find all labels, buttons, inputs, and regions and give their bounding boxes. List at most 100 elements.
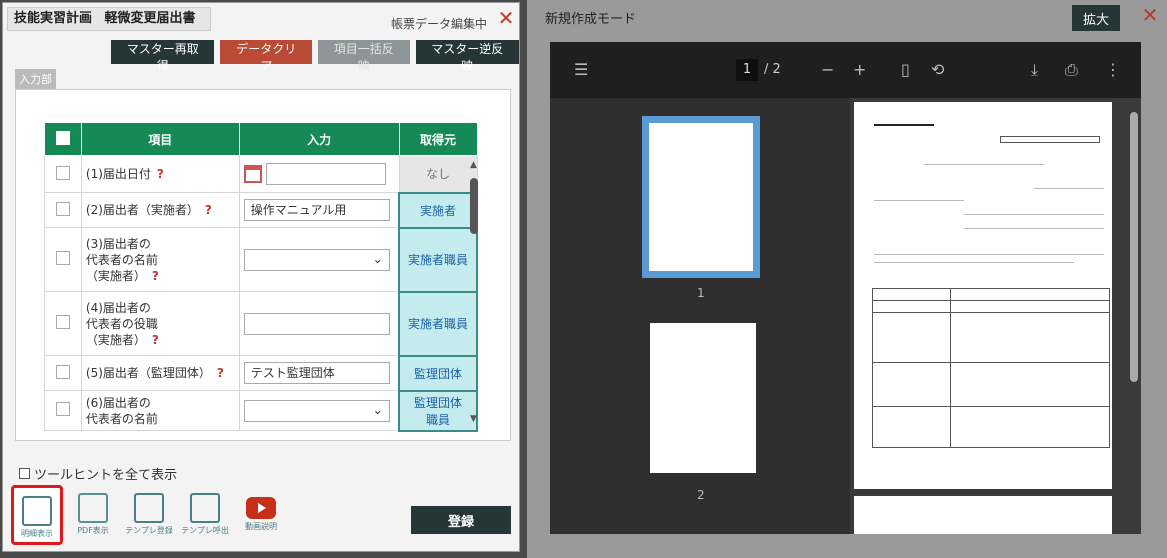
rotate-icon[interactable]: ⟲ — [931, 60, 944, 79]
doc-ref-box — [1000, 136, 1100, 143]
date-input[interactable] — [265, 163, 386, 185]
preview-close-icon[interactable]: ✕ — [1141, 5, 1159, 25]
row-input-cell: 操作マニュアル用 — [238, 192, 400, 228]
doc-line — [964, 228, 1104, 229]
toolbar: マスター再取得 データクリア 項目一括反映 マスター逆反映 — [111, 40, 519, 73]
page-thumbnail-2[interactable] — [650, 323, 756, 473]
representative-title-input[interactable] — [243, 312, 390, 335]
zoom-button[interactable]: 拡大 — [1072, 5, 1120, 31]
row-checkbox[interactable] — [55, 315, 70, 329]
table-row: (4)届出者の 代表者の役職 （実施者）? 実施者職員 — [44, 290, 478, 357]
row-label-cell: (6)届出者の 代表者の名前 — [80, 390, 240, 431]
representative-name-select[interactable]: ⌄ — [243, 248, 390, 271]
help-icon[interactable]: ? — [152, 333, 159, 347]
org-representative-select[interactable]: ⌄ — [243, 399, 390, 422]
thumbnail-number: 1 — [697, 286, 705, 300]
preview-panel: 新規作成モード 拡大 ✕ ☰ 1 / 2 − + ▯ ⟲ ⤓ ⎙ ⋮ 1 2 — [527, 0, 1167, 558]
source-badge[interactable]: 実施者 — [398, 191, 478, 229]
doc-table-col — [950, 288, 951, 448]
register-button[interactable]: 登録 — [411, 506, 511, 534]
row-input-cell — [238, 155, 400, 193]
bulk-apply-button[interactable]: 項目一括反映 — [318, 40, 410, 73]
page-total: / 2 — [764, 62, 781, 77]
table-row: (2)届出者（実施者）? 操作マニュアル用 実施者 — [44, 191, 478, 229]
detail-view-tool[interactable]: 明細表示 — [11, 485, 63, 545]
calendar-icon[interactable] — [243, 165, 262, 183]
doc-line — [874, 262, 1074, 263]
video-play-icon — [246, 497, 276, 519]
doc-line — [874, 254, 1104, 255]
help-icon[interactable]: ? — [217, 366, 224, 380]
row-checkbox[interactable] — [55, 364, 70, 379]
doc-line — [964, 214, 1104, 215]
dialog-title: 技能実習計画 軽微変更届出書 — [7, 7, 211, 31]
dialog-title-sub: 軽微変更届出書 — [104, 11, 196, 26]
row-checkbox[interactable] — [55, 251, 70, 265]
form-table: 項目 入力 取得元 (1)届出日付? なし (2)届出者（実施者）? 操作マニュ… — [44, 122, 478, 432]
pdf-viewer: ☰ 1 / 2 − + ▯ ⟲ ⤓ ⎙ ⋮ 1 2 — [550, 42, 1141, 534]
page-number-input[interactable]: 1 — [736, 59, 758, 81]
row-label-cell: (2)届出者（実施者）? — [80, 192, 240, 228]
template-register-icon — [134, 493, 164, 523]
tooltip-toggle[interactable]: ツールヒントを全て表示 — [19, 464, 177, 483]
source-badge[interactable]: 実施者職員 — [398, 226, 478, 293]
table-row: (6)届出者の 代表者の名前 ⌄ 監理団体 職員 — [44, 389, 478, 432]
table-frame: 項目 入力 取得元 (1)届出日付? なし (2)届出者（実施者）? 操作マニュ… — [15, 89, 511, 441]
implementer-input[interactable]: 操作マニュアル用 — [243, 199, 390, 221]
fit-page-icon[interactable]: ▯ — [901, 60, 910, 79]
source-badge[interactable]: 監理団体 職員 — [398, 389, 478, 432]
dialog-close-icon[interactable]: ✕ — [497, 8, 515, 28]
data-clear-button[interactable]: データクリア — [220, 40, 312, 73]
more-options-icon[interactable]: ⋮ — [1105, 60, 1121, 79]
help-icon[interactable]: ? — [205, 203, 212, 217]
video-help-tool[interactable]: 動画説明 — [235, 485, 287, 545]
menu-icon[interactable]: ☰ — [574, 60, 588, 79]
help-icon[interactable]: ? — [157, 167, 164, 181]
tooltip-checkbox[interactable] — [19, 468, 30, 479]
row-checkbox[interactable] — [55, 402, 70, 416]
row-label-cell: (5)届出者（監理団体）? — [80, 355, 240, 391]
header-source: 取得元 — [398, 122, 478, 156]
doc-table-row — [872, 362, 1110, 363]
row-label-line: 代表者の名前 — [85, 411, 158, 426]
doc-table-row — [872, 300, 1110, 301]
tool-label: テンプレ呼出 — [181, 526, 229, 535]
template-register-tool[interactable]: テンプレ登録 — [123, 485, 175, 545]
zoom-in-icon[interactable]: + — [853, 60, 866, 79]
row-label-line: 代表者の役職 — [85, 316, 158, 331]
page-thumbnail-1[interactable] — [642, 116, 760, 278]
template-recall-tool[interactable]: テンプレ呼出 — [179, 485, 231, 545]
pdf-view-tool[interactable]: PDF表示 — [67, 485, 119, 545]
source-badge[interactable]: 監理団体 — [398, 354, 478, 392]
preview-scrollbar[interactable] — [1130, 112, 1138, 382]
row-checkbox[interactable] — [55, 201, 70, 216]
chevron-down-icon: ⌄ — [372, 251, 383, 266]
scroll-down-icon[interactable]: ▼ — [470, 414, 477, 424]
row-label-line: 代表者の名前 — [85, 252, 158, 267]
table-scrollbar[interactable]: ▲ ▼ — [470, 160, 480, 424]
header-input: 入力 — [238, 122, 400, 156]
master-reload-button[interactable]: マスター再取得 — [111, 40, 215, 73]
master-reverse-button[interactable]: マスター逆反映 — [415, 40, 519, 73]
select-all-checkbox[interactable] — [55, 130, 70, 145]
row-checkbox-cell — [44, 155, 82, 193]
scroll-up-icon[interactable]: ▲ — [470, 160, 477, 170]
doc-table-row — [872, 406, 1110, 407]
help-icon[interactable]: ? — [152, 269, 159, 283]
supervising-org-input[interactable]: テスト監理団体 — [243, 362, 390, 384]
document-page-2 — [854, 496, 1112, 534]
source-badge[interactable]: 実施者職員 — [398, 290, 478, 357]
doc-address-line — [874, 200, 964, 201]
row-input-cell: ⌄ — [238, 227, 400, 292]
row-label-cell: (3)届出者の 代表者の名前 （実施者）? — [80, 227, 240, 292]
select-all-header[interactable] — [44, 122, 82, 156]
row-checkbox-cell — [44, 291, 82, 356]
print-icon[interactable]: ⎙ — [1065, 60, 1078, 80]
scroll-thumb[interactable] — [470, 178, 478, 234]
download-icon[interactable]: ⤓ — [1031, 60, 1038, 80]
row-checkbox[interactable] — [55, 165, 70, 180]
thumbnail-page — [649, 123, 753, 271]
dialog-title-main: 技能実習計画 — [14, 11, 93, 26]
source-line: 監理団体 — [414, 395, 463, 410]
zoom-out-icon[interactable]: − — [821, 60, 834, 79]
